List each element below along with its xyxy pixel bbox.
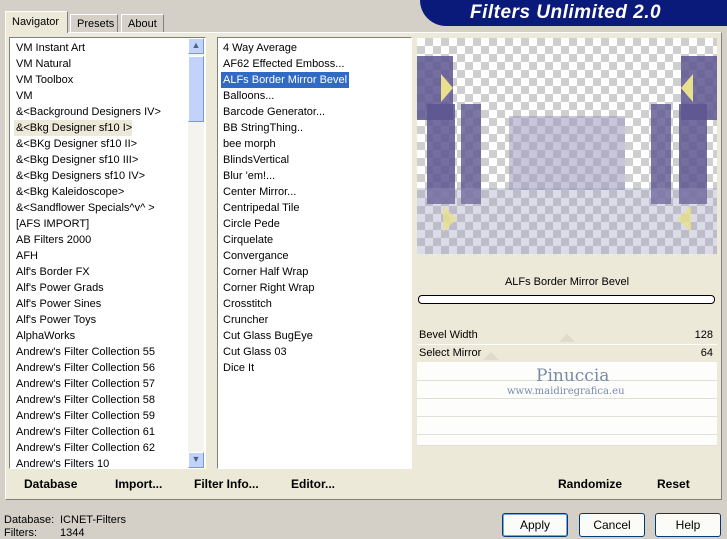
apply-button[interactable]: Apply [502, 513, 568, 537]
progress-bar [418, 295, 715, 304]
filter-item[interactable]: ALFs Border Mirror Bevel [221, 72, 350, 88]
category-item[interactable]: &<Bkg Kaleidoscope> [14, 184, 124, 200]
param-label: Bevel Width [419, 329, 478, 341]
filter-name: ALFs Border Mirror Bevel [504, 276, 630, 288]
help-button[interactable]: Help [655, 513, 721, 537]
category-item[interactable]: &<BKg Designer sf10 II> [14, 136, 137, 152]
category-item[interactable]: AFH [14, 248, 38, 264]
filter-item[interactable]: Centripedal Tile [221, 200, 299, 216]
filter-item[interactable]: bee morph [221, 136, 276, 152]
scroll-thumb[interactable] [188, 56, 204, 122]
category-item[interactable]: &<Background Designers IV> [14, 104, 161, 120]
watermark-title: Pinuccia [536, 366, 610, 386]
filter-item[interactable]: BB StringThing.. [221, 120, 303, 136]
category-item[interactable]: AB Filters 2000 [14, 232, 91, 248]
filter-item[interactable]: Cut Glass 03 [221, 344, 287, 360]
app-title: Filters Unlimited 2.0 [470, 2, 662, 23]
preview-shape [417, 188, 717, 254]
tab-presets[interactable]: Presets [70, 14, 118, 32]
filter-item[interactable]: AF62 Effected Emboss... [221, 56, 344, 72]
filters-label: Filters: [4, 527, 37, 539]
filter-item[interactable]: Cruncher [221, 312, 268, 328]
category-item[interactable]: VM [14, 88, 33, 104]
category-item[interactable]: VM Natural [14, 56, 71, 72]
scroll-up-icon[interactable]: ▲ [188, 38, 204, 54]
category-item[interactable]: Andrew's Filter Collection 56 [14, 360, 155, 376]
param-value: 128 [694, 329, 713, 341]
category-item[interactable]: Andrew's Filter Collection 61 [14, 424, 155, 440]
filter-item[interactable]: Crosstitch [221, 296, 272, 312]
category-item[interactable]: AlphaWorks [14, 328, 75, 344]
cancel-button[interactable]: Cancel [579, 513, 645, 537]
database-label: Database: [4, 514, 55, 526]
param-row-bevel-width[interactable]: Bevel Width 128 [417, 326, 717, 345]
filter-item[interactable]: Cut Glass BugEye [221, 328, 313, 344]
filter-info-button[interactable]: Filter Info... [194, 475, 259, 493]
filter-item[interactable]: Blur 'em!... [221, 168, 275, 184]
category-item[interactable]: &<Bkg Designer sf10 I> [14, 120, 133, 136]
category-item[interactable]: Andrew's Filters 10 [14, 456, 109, 468]
scroll-down-icon[interactable]: ▼ [188, 452, 204, 468]
filter-item[interactable]: Cirquelate [221, 232, 273, 248]
filter-item[interactable]: Corner Right Wrap [221, 280, 315, 296]
category-item[interactable]: Alf's Power Grads [14, 280, 104, 296]
category-item[interactable]: Andrew's Filter Collection 57 [14, 376, 155, 392]
filter-item[interactable]: Dice It [221, 360, 254, 376]
filter-item[interactable]: Barcode Generator... [221, 104, 325, 120]
watermark-url: www.maidiregrafica.eu [507, 386, 625, 397]
category-item[interactable]: [AFS IMPORT] [14, 216, 89, 232]
filter-item[interactable]: Balloons... [221, 88, 274, 104]
filters-count: 1344 [60, 527, 85, 539]
import-button[interactable]: Import... [115, 475, 162, 493]
slider-handle-icon[interactable] [559, 334, 575, 342]
category-item[interactable]: Alf's Power Toys [14, 312, 96, 328]
param-value: 64 [700, 347, 713, 359]
category-item[interactable]: Andrew's Filter Collection 58 [14, 392, 155, 408]
slider-handle-icon[interactable] [483, 352, 499, 360]
filter-preview [417, 38, 717, 254]
filter-list[interactable]: 4 Way Average AF62 Effected Emboss... ALFs… [217, 37, 412, 469]
filter-item[interactable]: BlindsVertical [221, 152, 289, 168]
category-item[interactable]: Andrew's Filter Collection 62 [14, 440, 155, 456]
tab-about[interactable]: About [121, 14, 164, 32]
category-item[interactable]: &<Bkg Designers sf10 IV> [14, 168, 145, 184]
param-row-select-mirror[interactable]: Select Mirror 64 [417, 344, 717, 363]
category-item[interactable]: Andrew's Filter Collection 55 [14, 344, 155, 360]
param-row-empty [417, 417, 717, 435]
reset-button[interactable]: Reset [657, 475, 690, 493]
param-label: Select Mirror [419, 347, 482, 359]
filter-item[interactable]: Corner Half Wrap [221, 264, 308, 280]
filter-item[interactable]: Circle Pede [221, 216, 280, 232]
param-row-empty [417, 399, 717, 417]
filter-item[interactable]: Center Mirror... [221, 184, 296, 200]
category-item[interactable]: VM Instant Art [14, 40, 85, 56]
category-item[interactable]: Alf's Border FX [14, 264, 90, 280]
category-list[interactable]: VM Instant Art VM Natural VM Toolbox VM &<Ba… [9, 37, 206, 469]
tab-navigator[interactable]: Navigator [5, 11, 68, 33]
filter-item[interactable]: Convergance [221, 248, 288, 264]
randomize-button[interactable]: Randomize [558, 475, 622, 493]
category-item[interactable]: Andrew's Filter Collection 59 [14, 408, 155, 424]
preview-shape [509, 116, 625, 190]
filter-item[interactable]: 4 Way Average [221, 40, 297, 56]
param-row-empty [417, 435, 717, 446]
category-item[interactable]: &<Bkg Designer sf10 III> [14, 152, 138, 168]
database-value: ICNET-Filters [60, 514, 126, 526]
category-item[interactable]: &<Sandflower Specials^v^ > [14, 200, 155, 216]
database-button[interactable]: Database [24, 475, 77, 493]
category-item[interactable]: Alf's Power Sines [14, 296, 101, 312]
category-item[interactable]: VM Toolbox [14, 72, 73, 88]
category-scrollbar[interactable]: ▲ ▼ [188, 38, 204, 468]
editor-button[interactable]: Editor... [291, 475, 335, 493]
